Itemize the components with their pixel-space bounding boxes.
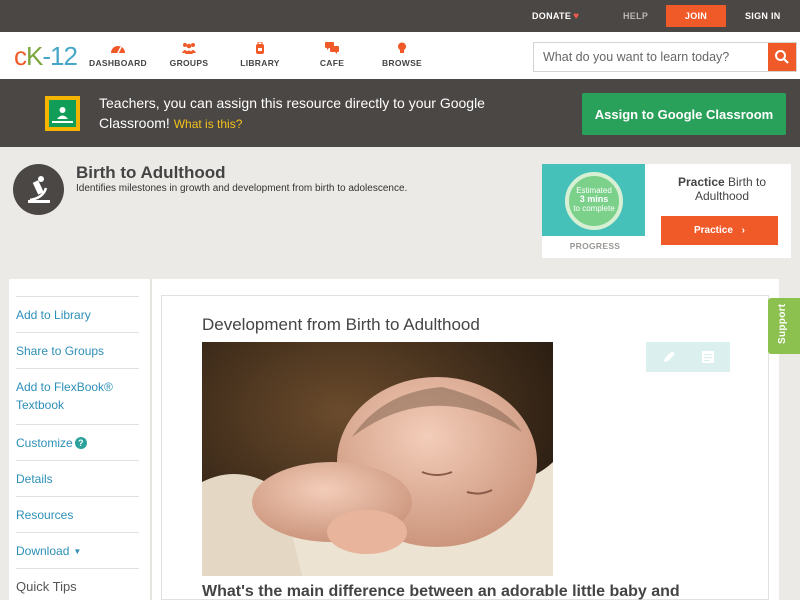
chat-bubbles-icon bbox=[325, 42, 339, 54]
notes-icon[interactable] bbox=[700, 349, 716, 365]
microscope-icon bbox=[13, 164, 64, 215]
sidebar-quick-tips[interactable]: Quick Tips bbox=[16, 568, 139, 596]
sidebar-resources[interactable]: Resources bbox=[16, 496, 139, 524]
concept-description: Identifies milestones in growth and deve… bbox=[76, 183, 408, 194]
heart-icon: ♥ bbox=[573, 11, 580, 22]
article-title: Development from Birth to Adulthood bbox=[202, 315, 480, 334]
sidebar-customize[interactable]: Customize? bbox=[16, 424, 139, 452]
donate-label: DONATE bbox=[532, 11, 572, 21]
nav-groups[interactable]: GROUPS bbox=[167, 42, 211, 68]
nav-groups-label: GROUPS bbox=[169, 58, 209, 68]
chevron-right-icon: › bbox=[741, 225, 746, 236]
donate-link[interactable]: DONATE ♥ bbox=[532, 0, 579, 32]
practice-title: Practice Birth to Adulthood bbox=[660, 175, 784, 203]
download-label: Download bbox=[16, 544, 70, 558]
help-link[interactable]: HELP bbox=[623, 0, 648, 32]
lightbulb-icon bbox=[398, 42, 406, 53]
article-lead: What's the main difference between an ad… bbox=[202, 583, 680, 600]
progress-label: PROGRESS bbox=[569, 241, 621, 251]
ck12-logo[interactable]: cK-12 bbox=[14, 43, 78, 69]
nav-cafe[interactable]: CAFE bbox=[316, 42, 348, 68]
sidebar-download[interactable]: Download ▼ bbox=[16, 532, 139, 561]
customize-label: Customize bbox=[16, 436, 73, 450]
practice-button[interactable]: Practice › bbox=[661, 216, 778, 245]
caret-down-icon: ▼ bbox=[73, 547, 82, 556]
search-button[interactable] bbox=[768, 43, 796, 71]
nav-cafe-label: CAFE bbox=[319, 58, 345, 68]
support-label: Support bbox=[777, 303, 788, 344]
practice-button-label: Practice bbox=[693, 225, 733, 236]
top-utility-bar: DONATE ♥ HELP JOIN SIGN IN bbox=[0, 0, 800, 32]
search-input[interactable] bbox=[534, 43, 770, 71]
what-is-this-link[interactable]: What is this? bbox=[174, 117, 243, 131]
practice-title-bold: Practice bbox=[677, 175, 725, 189]
gauge-icon bbox=[111, 46, 125, 54]
nav-dashboard-label: DASHBOARD bbox=[89, 58, 147, 68]
support-tab[interactable]: Support bbox=[768, 298, 800, 354]
help-icon[interactable]: ? bbox=[74, 437, 87, 449]
sidebar-add-to-flexbook[interactable]: Add to FlexBook® Textbook bbox=[16, 368, 139, 414]
join-button[interactable]: JOIN bbox=[666, 5, 726, 27]
pencil-icon[interactable] bbox=[661, 349, 677, 365]
nav-browse-label: BROWSE bbox=[381, 58, 423, 68]
action-sidebar: Add to Library Share to Groups Add to Fl… bbox=[9, 279, 150, 600]
sidebar-share-to-groups[interactable]: Share to Groups bbox=[16, 332, 139, 360]
progress-badge: Estimated 3 mins to complete bbox=[542, 164, 645, 236]
nav-dashboard[interactable]: DASHBOARD bbox=[88, 42, 148, 68]
to-complete-label: to complete bbox=[573, 204, 615, 213]
sidebar-details[interactable]: Details bbox=[16, 460, 139, 488]
concept-title: Birth to Adulthood bbox=[76, 163, 226, 182]
search-icon bbox=[775, 50, 789, 64]
banner-message: Teachers, you can assign this resource d… bbox=[99, 93, 539, 134]
banner-message-text: Teachers, you can assign this resource d… bbox=[99, 95, 485, 131]
baby-photo bbox=[202, 342, 553, 576]
people-icon bbox=[182, 43, 196, 54]
practice-panel: Estimated 3 mins to complete PROGRESS Pr… bbox=[542, 164, 791, 258]
search-box bbox=[533, 42, 797, 72]
sidebar-add-to-library[interactable]: Add to Library bbox=[16, 296, 139, 324]
nav-library[interactable]: LIBRARY bbox=[238, 42, 282, 68]
nav-browse[interactable]: BROWSE bbox=[380, 42, 424, 68]
annotation-tools bbox=[646, 342, 730, 372]
nav-library-label: LIBRARY bbox=[240, 58, 280, 68]
sign-in-link[interactable]: SIGN IN bbox=[745, 0, 781, 32]
main-nav: cK-12 DASHBOARD GROUPS LIBRARY CAFE BROW… bbox=[0, 32, 800, 79]
teacher-banner: Teachers, you can assign this resource d… bbox=[0, 79, 800, 147]
estimated-mins: 3 mins bbox=[579, 194, 609, 204]
google-classroom-icon bbox=[45, 96, 80, 131]
backpack-icon bbox=[256, 42, 264, 54]
progress-estimate: Estimated 3 mins to complete bbox=[565, 186, 623, 213]
assign-google-classroom-button[interactable]: Assign to Google Classroom bbox=[582, 93, 786, 135]
